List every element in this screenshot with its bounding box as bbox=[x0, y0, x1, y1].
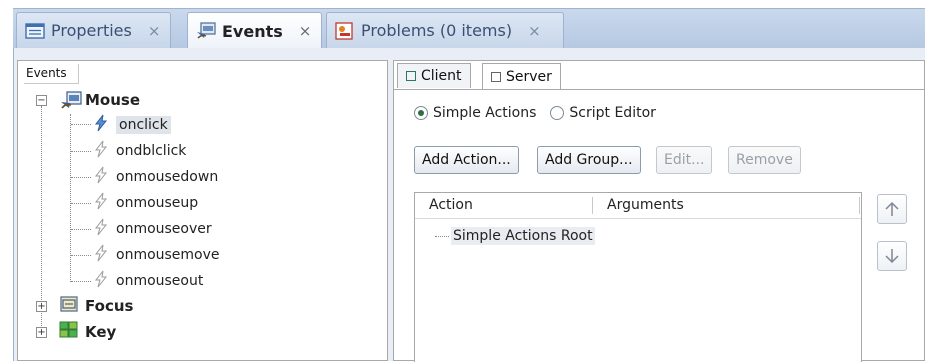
tree-item-label: onmousedown bbox=[116, 169, 219, 185]
mouse-collapse-toggle[interactable]: − bbox=[36, 95, 47, 106]
mouse-icon bbox=[59, 90, 85, 110]
key-expand-toggle[interactable]: + bbox=[36, 327, 47, 338]
tree-category-key[interactable]: Key bbox=[59, 321, 116, 343]
tree-branch bbox=[71, 124, 91, 125]
view-tab-strip: Properties × Events × Problems (0 items)… bbox=[0, 0, 930, 49]
problems-icon bbox=[335, 21, 355, 40]
column-header-arguments[interactable]: Arguments bbox=[607, 197, 684, 213]
tree-item-label: ondblclick bbox=[116, 143, 187, 159]
root-action-label: Simple Actions Root bbox=[451, 227, 595, 245]
event-bolt-icon bbox=[92, 140, 116, 162]
tree-item-onmouseover[interactable]: onmouseover bbox=[92, 218, 212, 240]
focus-icon bbox=[59, 295, 85, 317]
tree-item-label: onmouseover bbox=[116, 221, 212, 237]
tree-item-label: onmouseup bbox=[116, 195, 199, 211]
tree-item-ondblclick[interactable]: ondblclick bbox=[92, 140, 186, 162]
tree-branch bbox=[71, 151, 91, 152]
focus-expand-toggle[interactable]: + bbox=[36, 301, 47, 312]
events-icon bbox=[196, 22, 216, 40]
edit-button[interactable]: Edit... bbox=[656, 146, 713, 174]
tab-properties-close-icon[interactable]: × bbox=[148, 22, 161, 40]
move-down-button[interactable] bbox=[877, 241, 907, 271]
tree-category-label: Mouse bbox=[85, 91, 141, 109]
add-action-button[interactable]: Add Action... bbox=[414, 146, 519, 174]
event-bolt-icon bbox=[92, 270, 116, 292]
tab-client[interactable]: Client bbox=[397, 63, 471, 88]
tree-category-mouse[interactable]: Mouse bbox=[59, 89, 140, 111]
tab-problems-label: Problems (0 items) bbox=[361, 21, 513, 40]
table-row-root[interactable]: Simple Actions Root bbox=[435, 227, 595, 245]
tree-branch bbox=[71, 281, 91, 282]
tree-branch bbox=[71, 177, 91, 178]
tree-root-connector bbox=[41, 106, 42, 328]
properties-icon bbox=[25, 22, 45, 40]
tab-problems-close-icon[interactable]: × bbox=[528, 22, 541, 40]
tab-client-label: Client bbox=[421, 68, 462, 84]
key-icon bbox=[59, 321, 85, 343]
event-bolt-icon bbox=[92, 192, 116, 214]
mouse-children-connector bbox=[70, 114, 71, 282]
column-separator bbox=[592, 197, 593, 214]
event-bolt-icon bbox=[92, 244, 116, 266]
arrow-down-icon bbox=[885, 249, 899, 264]
tree-item-onmousemove[interactable]: onmousemove bbox=[92, 244, 220, 266]
arrow-up-icon bbox=[885, 201, 899, 216]
server-icon bbox=[491, 71, 501, 82]
event-bolt-icon bbox=[92, 114, 116, 136]
script-editor-radio[interactable] bbox=[550, 106, 565, 120]
tree-branch bbox=[71, 255, 91, 256]
tab-server-label: Server bbox=[506, 68, 552, 85]
tree-branch bbox=[435, 235, 449, 237]
tree-category-focus[interactable]: Focus bbox=[59, 295, 133, 317]
simple-actions-radio-label[interactable]: Simple Actions bbox=[433, 105, 536, 121]
action-editor-panel: Client Server Simple Actions Script Edit… bbox=[393, 60, 925, 362]
tree-item-label: onmouseout bbox=[116, 273, 204, 289]
simple-actions-radio[interactable] bbox=[414, 106, 428, 120]
actions-table-header: Action Arguments bbox=[415, 193, 861, 219]
tab-properties[interactable]: Properties × bbox=[16, 12, 172, 48]
events-tree[interactable]: − Mouse onclick ondblclick onmousedown o… bbox=[18, 61, 387, 360]
tab-problems[interactable]: Problems (0 items) × bbox=[326, 12, 564, 48]
client-icon bbox=[406, 71, 416, 81]
events-tree-panel: Events − Mouse onclick ondblclick onmous… bbox=[17, 60, 388, 361]
event-bolt-icon bbox=[92, 166, 116, 188]
tab-events-close-icon[interactable]: × bbox=[299, 22, 312, 40]
tree-item-onmouseup[interactable]: onmouseup bbox=[92, 192, 198, 214]
tree-item-label: onmousemove bbox=[116, 247, 220, 263]
tree-branch bbox=[71, 229, 91, 230]
move-up-button[interactable] bbox=[877, 194, 907, 224]
actions-table[interactable]: Action Arguments Simple Actions Root bbox=[414, 192, 862, 362]
tab-properties-label: Properties bbox=[51, 21, 132, 40]
tree-item-onclick[interactable]: onclick bbox=[92, 114, 171, 136]
tree-category-label: Key bbox=[85, 323, 117, 341]
action-mode-radio-group: Simple Actions Script Editor bbox=[414, 105, 656, 121]
tree-item-onmouseout[interactable]: onmouseout bbox=[92, 270, 203, 292]
add-group-button[interactable]: Add Group... bbox=[537, 146, 641, 174]
column-header-action[interactable]: Action bbox=[429, 197, 473, 213]
remove-button[interactable]: Remove bbox=[728, 146, 801, 174]
script-editor-radio-label[interactable]: Script Editor bbox=[569, 105, 656, 121]
column-separator bbox=[859, 197, 860, 214]
tree-category-label: Focus bbox=[85, 297, 134, 315]
tree-branch bbox=[71, 203, 91, 204]
tab-server[interactable]: Server bbox=[482, 63, 561, 89]
tree-item-onmousedown[interactable]: onmousedown bbox=[92, 166, 218, 188]
event-bolt-icon bbox=[92, 218, 116, 240]
subtab-divider bbox=[394, 89, 924, 90]
tab-events[interactable]: Events × bbox=[187, 12, 323, 49]
tree-item-label: onclick bbox=[116, 116, 171, 134]
tab-events-label: Events bbox=[222, 21, 283, 41]
